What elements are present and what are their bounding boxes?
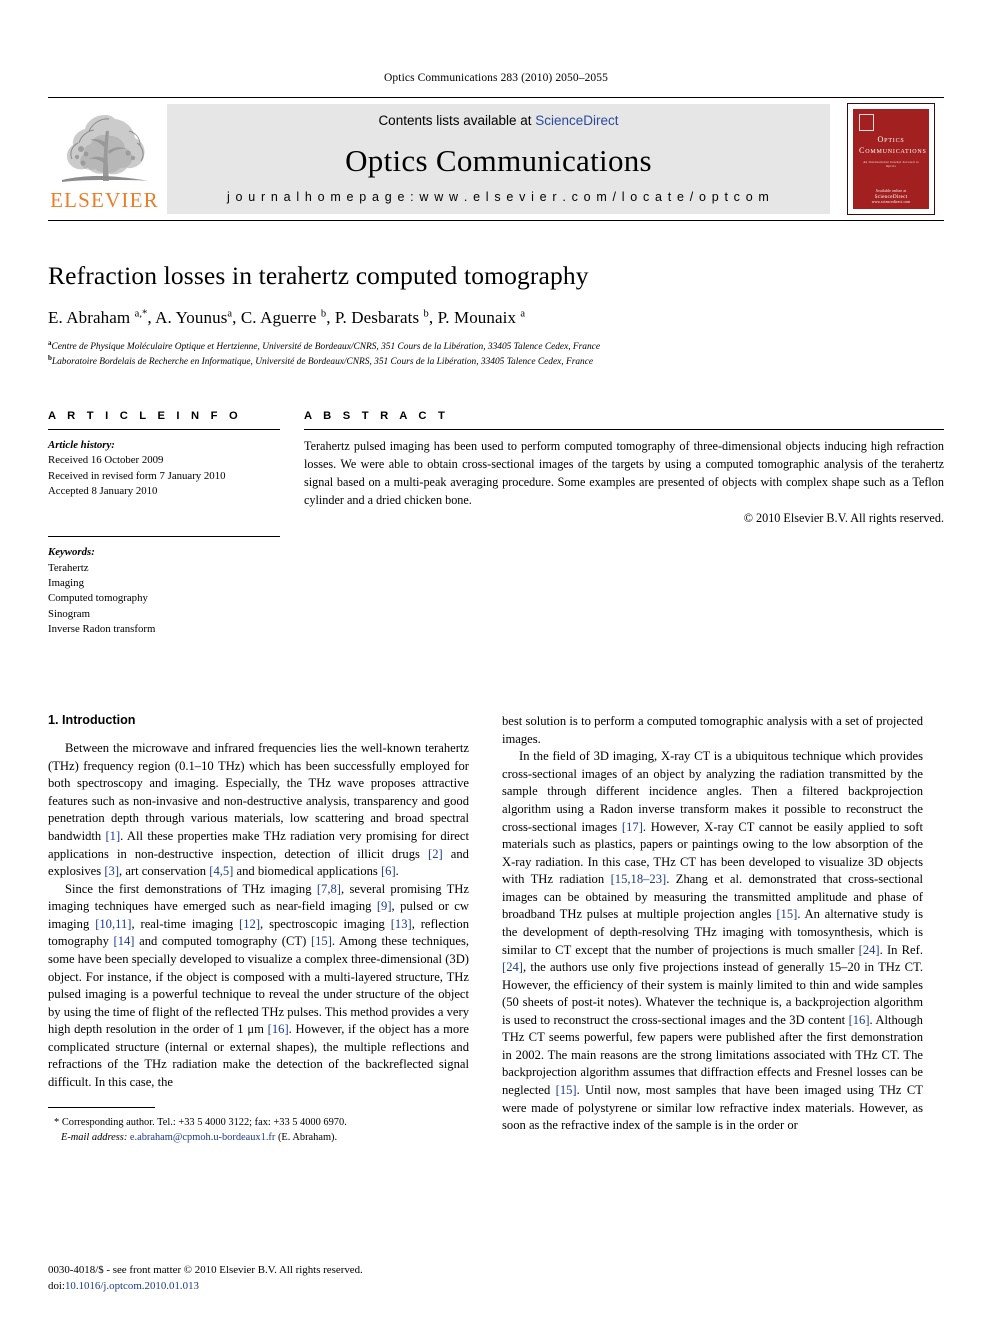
citation-reference[interactable]: [9] (377, 899, 392, 913)
article-history-group: Article history: Received 16 October 200… (48, 438, 280, 499)
citation-reference[interactable]: [15,18–23] (611, 872, 667, 886)
page-footer: 0030-4018/$ - see front matter © 2010 El… (48, 1263, 363, 1295)
keyword-item: Imaging (48, 576, 84, 589)
title-block: Refraction losses in terahertz computed … (48, 261, 944, 370)
affiliation-text: Centre de Physique Moléculaire Optique e… (51, 342, 601, 353)
citation-reference[interactable]: [15] (776, 907, 797, 921)
running-head: Optics Communications 283 (2010) 2050–20… (384, 72, 608, 84)
author-affil-marker: a,* (134, 308, 148, 320)
doi-link[interactable]: 10.1016/j.optcom.2010.01.013 (65, 1280, 199, 1292)
keywords-group: Keywords: Terahertz Imaging Computed tom… (48, 545, 280, 637)
cover-footer-label: Available online at (875, 189, 907, 193)
cover-title: Optics Communications (859, 135, 927, 156)
contents-prefix: Contents lists available at (378, 113, 536, 128)
citation-reference[interactable]: [15] (311, 934, 332, 948)
citation-reference[interactable]: [7,8] (317, 882, 341, 896)
info-abstract-section: A R T I C L E I N F O Article history: R… (48, 410, 944, 637)
paragraph: Since the first demonstrations of THz im… (48, 881, 469, 1089)
author-name: , P. Desbarats (326, 308, 424, 327)
elsevier-wordmark: ELSEVIER (50, 188, 159, 212)
paragraph: In the field of 3D imaging, X-ray CT is … (502, 749, 924, 1133)
section-heading-introduction: 1. Introduction (48, 713, 136, 728)
keyword-item: Inverse Radon transform (48, 622, 156, 635)
issn-copyright-line: 0030-4018/$ - see front matter © 2010 El… (48, 1264, 363, 1277)
keyword-item: Computed tomography (48, 592, 148, 605)
cover-subtitle: An International Journal devoted to Opti… (863, 160, 919, 169)
journal-banner: ELSEVIER Contents lists available at Sci… (48, 97, 944, 221)
page-title: Refraction losses in terahertz computed … (48, 261, 589, 290)
citation-reference[interactable]: [15] (556, 1083, 577, 1097)
citation-reference[interactable]: [16] (268, 1022, 289, 1036)
author-name: , C. Aguerre (232, 308, 321, 327)
author-name: , A. Younus (147, 308, 228, 327)
affiliation-list: aCentre de Physique Moléculaire Optique … (48, 339, 944, 370)
journal-homepage-line[interactable]: j o u r n a l h o m e p a g e : w w w . … (227, 190, 770, 204)
citation-reference[interactable]: [3] (104, 864, 119, 878)
doi-label: doi: (48, 1280, 65, 1293)
footnote-divider (48, 1107, 155, 1109)
footnote-marker: * (54, 1117, 60, 1129)
keywords-label: Keywords: (48, 546, 95, 559)
journal-title: Optics Communications (345, 143, 652, 178)
body-column-right: best solution is to perform a computed t… (502, 713, 923, 1146)
article-info-column: A R T I C L E I N F O Article history: R… (48, 410, 280, 637)
cover-publisher-mark-icon (859, 114, 874, 131)
article-history-label: Article history: (48, 438, 115, 451)
body-columns: 1. Introduction Between the microwave an… (48, 713, 944, 1146)
citation-reference[interactable]: [16] (849, 1013, 870, 1027)
paragraph: Between the microwave and infrared frequ… (48, 741, 469, 879)
doi-line: doi:10.1016/j.optcom.2010.01.013 (48, 1279, 363, 1295)
divider (48, 536, 280, 538)
cover-footer: Available online at ScienceDirect www.sc… (853, 189, 929, 204)
affiliation-item: aCentre de Physique Moléculaire Optique … (48, 339, 944, 354)
corresponding-author-note: * Corresponding author. Tel.: +33 5 4000… (48, 1116, 469, 1146)
citation-reference[interactable]: [13] (391, 917, 412, 931)
keyword-item: Sinogram (48, 607, 90, 620)
elsevier-tree-icon (59, 109, 151, 189)
citation-reference[interactable]: [1] (105, 829, 120, 843)
footnote-block: * Corresponding author. Tel.: +33 5 4000… (48, 1107, 469, 1146)
author-affil-marker: a (520, 308, 526, 320)
abstract-column: A B S T R A C T Terahertz pulsed imaging… (304, 410, 944, 637)
history-item: Accepted 8 January 2010 (48, 484, 158, 497)
abstract-heading: A B S T R A C T (304, 409, 450, 422)
affiliation-item: bLaboratoire Bordelais de Recherche en I… (48, 354, 944, 369)
email-link[interactable]: e.abraham@cpmoh.u-bordeaux1.fr (130, 1132, 275, 1143)
abstract-text: Terahertz pulsed imaging has been used t… (304, 438, 944, 507)
sciencedirect-link[interactable]: ScienceDirect (535, 113, 618, 128)
keyword-item: Terahertz (48, 561, 89, 574)
journal-cover-thumbnail: Optics Communications An International J… (838, 98, 944, 220)
history-item: Received 16 October 2009 (48, 454, 164, 467)
citation-reference[interactable]: [12] (239, 917, 260, 931)
citation-reference[interactable]: [6] (381, 864, 396, 878)
citation-reference[interactable]: [24] (859, 943, 880, 957)
author-list: E. Abraham a,*, A. Younusa, C. Aguerre b… (48, 308, 944, 328)
divider (48, 428, 280, 430)
abstract-copyright: © 2010 Elsevier B.V. All rights reserved… (743, 510, 944, 525)
divider (304, 428, 944, 430)
email-suffix: (E. Abraham). (277, 1132, 338, 1144)
citation-reference[interactable]: [10,11] (95, 917, 131, 931)
citation-reference[interactable]: [14] (114, 934, 135, 948)
citation-reference[interactable]: [4,5] (209, 864, 233, 878)
paragraph: best solution is to perform a computed t… (502, 714, 923, 746)
cover-footer-url: www.sciencedirect.com (871, 200, 911, 204)
affiliation-text: Laboratoire Bordelais de Recherche en In… (51, 357, 594, 368)
citation-reference[interactable]: [17] (622, 820, 643, 834)
author-name: , P. Mounaix (428, 308, 521, 327)
body-column-left: 1. Introduction Between the microwave an… (48, 713, 469, 1146)
email-label: E-mail address: (61, 1132, 128, 1144)
journal-article-page: Optics Communications 283 (2010) 2050–20… (0, 0, 992, 1323)
footnote-text: Corresponding author. Tel.: +33 5 4000 3… (61, 1117, 347, 1129)
citation-reference[interactable]: [2] (428, 847, 443, 861)
article-info-heading: A R T I C L E I N F O (48, 409, 242, 422)
history-item: Received in revised form 7 January 2010 (48, 469, 226, 482)
elsevier-logo: ELSEVIER (48, 98, 161, 220)
author-name: E. Abraham (48, 308, 135, 327)
contents-available-line: Contents lists available at ScienceDirec… (378, 113, 618, 128)
journal-banner-center: Contents lists available at ScienceDirec… (167, 104, 830, 214)
citation-reference[interactable]: [24] (502, 960, 523, 974)
